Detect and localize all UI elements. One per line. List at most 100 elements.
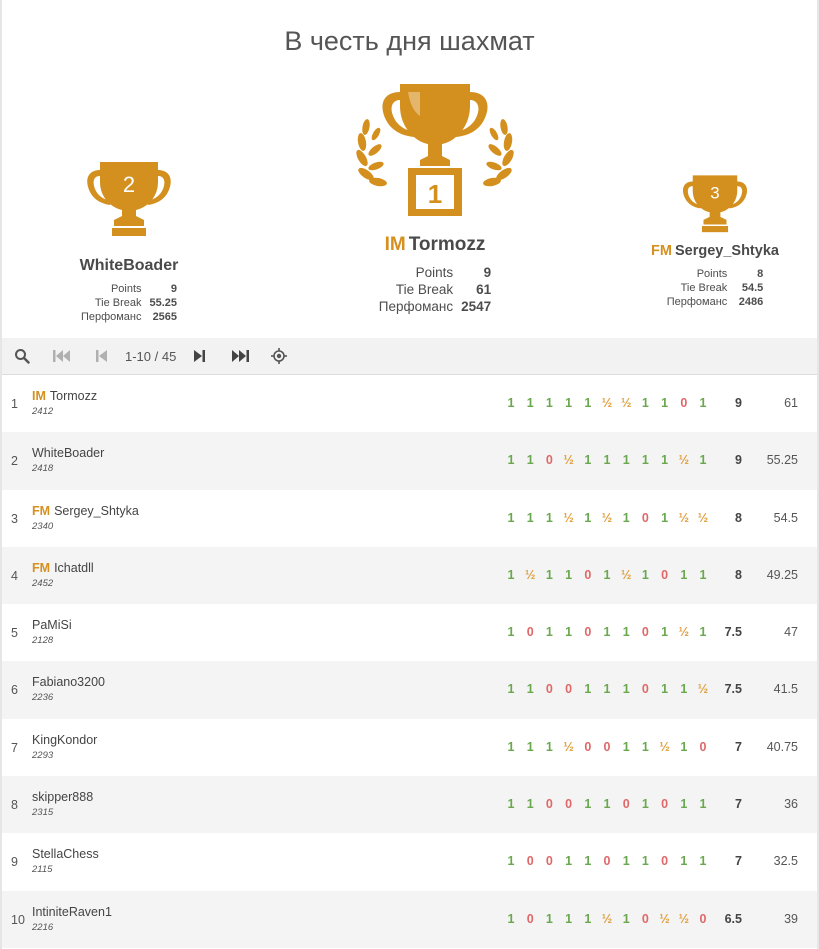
round-result[interactable]: 1 [697, 854, 709, 868]
table-row[interactable]: 9 StellaChess 2115 1 0 0 1 1 0 1 1 0 1 1 7 32.5 [2, 833, 817, 890]
round-result[interactable]: 1 [543, 511, 555, 525]
player-name-cell[interactable]: FM Ichatdll [32, 561, 94, 575]
player-name[interactable]: PaMiSi [32, 618, 72, 632]
round-result[interactable]: 1 [678, 854, 690, 868]
round-result[interactable]: 0 [524, 912, 536, 926]
round-result[interactable]: 1 [639, 797, 651, 811]
round-result[interactable]: 1 [601, 625, 613, 639]
round-result[interactable]: 1 [601, 453, 613, 467]
round-result[interactable]: 1 [697, 797, 709, 811]
round-result[interactable]: ½ [678, 625, 690, 639]
round-result[interactable]: 0 [659, 854, 671, 868]
round-result[interactable]: 1 [505, 682, 517, 696]
round-result[interactable]: 0 [659, 568, 671, 582]
round-result[interactable]: 1 [563, 396, 575, 410]
round-result[interactable]: 1 [620, 912, 632, 926]
round-result[interactable]: 1 [505, 912, 517, 926]
round-result[interactable]: 1 [505, 854, 517, 868]
round-result[interactable]: 1 [620, 740, 632, 754]
round-result[interactable]: 1 [524, 740, 536, 754]
round-result[interactable]: 1 [505, 568, 517, 582]
round-result[interactable]: 0 [639, 912, 651, 926]
round-result[interactable]: 1 [697, 625, 709, 639]
round-result[interactable]: 1 [620, 854, 632, 868]
round-result[interactable]: 1 [543, 396, 555, 410]
round-result[interactable]: 1 [543, 740, 555, 754]
first-page-icon[interactable] [53, 347, 71, 365]
round-result[interactable]: 1 [582, 453, 594, 467]
player-name[interactable]: Tormozz [50, 389, 97, 403]
round-result[interactable]: 1 [524, 396, 536, 410]
player-name-cell[interactable]: Fabiano3200 [32, 675, 105, 689]
previous-page-icon[interactable] [96, 347, 108, 365]
round-result[interactable]: 1 [563, 625, 575, 639]
round-result[interactable]: 1 [620, 625, 632, 639]
round-result[interactable]: 1 [505, 511, 517, 525]
round-result[interactable]: 1 [524, 682, 536, 696]
round-result[interactable]: 1 [620, 682, 632, 696]
round-result[interactable]: 1 [639, 568, 651, 582]
player-name-cell[interactable]: StellaChess [32, 847, 99, 861]
round-result[interactable]: 1 [543, 568, 555, 582]
round-result[interactable]: 0 [543, 797, 555, 811]
player-name[interactable]: StellaChess [32, 847, 99, 861]
round-result[interactable]: 0 [543, 453, 555, 467]
player-name-cell[interactable]: IntiniteRaven1 [32, 905, 112, 919]
round-result[interactable]: 1 [505, 740, 517, 754]
player-name[interactable]: Fabiano3200 [32, 675, 105, 689]
player-name[interactable]: Sergey_Shtyka [54, 504, 139, 518]
round-result[interactable]: 0 [639, 625, 651, 639]
table-row[interactable]: 1 IM Tormozz 2412 1 1 1 1 1 ½ ½ 1 1 0 1 9 61 [2, 375, 817, 432]
round-result[interactable]: 0 [524, 625, 536, 639]
round-result[interactable]: 0 [678, 396, 690, 410]
player-name[interactable]: IntiniteRaven1 [32, 905, 112, 919]
round-result[interactable]: ½ [678, 453, 690, 467]
round-result[interactable]: 0 [543, 682, 555, 696]
round-result[interactable]: 0 [524, 854, 536, 868]
round-result[interactable]: 1 [620, 453, 632, 467]
round-result[interactable]: 1 [697, 396, 709, 410]
podium-third[interactable]: 3 FM Sergey_Shtyka Points 8 Tie Break 54.5 … [640, 172, 790, 309]
table-row[interactable]: 4 FM Ichatdll 2452 1 ½ 1 1 0 1 ½ 1 0 1 1 8 49.25 [2, 546, 817, 605]
round-result[interactable]: 1 [659, 453, 671, 467]
round-result[interactable]: 1 [563, 568, 575, 582]
round-result[interactable]: 0 [582, 625, 594, 639]
round-result[interactable]: 0 [582, 568, 594, 582]
round-result[interactable]: 1 [639, 453, 651, 467]
round-result[interactable]: 0 [563, 682, 575, 696]
player-name-cell[interactable]: KingKondor [32, 733, 97, 747]
round-result[interactable]: ½ [563, 453, 575, 467]
round-result[interactable]: 1 [524, 453, 536, 467]
round-result[interactable]: ½ [678, 912, 690, 926]
round-result[interactable]: 1 [563, 912, 575, 926]
round-result[interactable]: 0 [639, 682, 651, 696]
round-result[interactable]: 1 [697, 568, 709, 582]
round-result[interactable]: 1 [678, 797, 690, 811]
round-result[interactable]: 1 [678, 740, 690, 754]
round-result[interactable]: 0 [563, 797, 575, 811]
round-result[interactable]: 0 [543, 854, 555, 868]
round-result[interactable]: 1 [678, 682, 690, 696]
round-result[interactable]: 1 [543, 912, 555, 926]
last-page-icon[interactable] [231, 347, 249, 365]
round-result[interactable]: 0 [601, 854, 613, 868]
round-result[interactable]: 0 [697, 740, 709, 754]
round-result[interactable]: 1 [505, 396, 517, 410]
round-result[interactable]: ½ [601, 912, 613, 926]
player-name[interactable]: KingKondor [32, 733, 97, 747]
round-result[interactable]: 1 [505, 625, 517, 639]
table-row[interactable]: 5 PaMiSi 2128 1 0 1 1 0 1 1 0 1 ½ 1 7.5 47 [2, 604, 817, 661]
round-result[interactable]: 1 [505, 797, 517, 811]
round-result[interactable]: 1 [678, 568, 690, 582]
round-result[interactable]: 1 [620, 511, 632, 525]
round-result[interactable]: 0 [639, 511, 651, 525]
table-row[interactable]: 7 KingKondor 2293 1 1 1 ½ 0 0 1 1 ½ 1 0 7 40.75 [2, 719, 817, 776]
round-result[interactable]: 0 [620, 797, 632, 811]
table-row[interactable]: 8 skipper888 2315 1 1 0 0 1 1 0 1 0 1 1 7 36 [2, 776, 817, 834]
podium-second[interactable]: 2 WhiteBoader Points 9 Tie Break 55.25 Пер… [50, 158, 208, 324]
round-result[interactable]: 1 [582, 682, 594, 696]
round-result[interactable]: 1 [639, 396, 651, 410]
round-result[interactable]: ½ [563, 740, 575, 754]
round-result[interactable]: 1 [659, 625, 671, 639]
player-name[interactable]: skipper888 [32, 790, 93, 804]
